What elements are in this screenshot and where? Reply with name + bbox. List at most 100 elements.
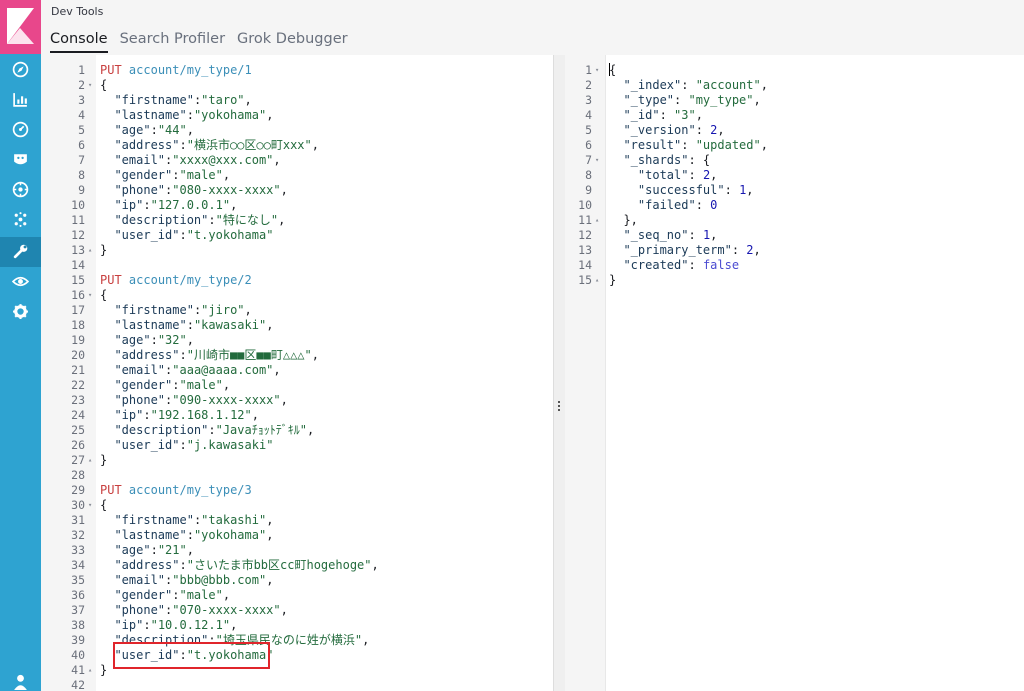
tab-console[interactable]: Console: [50, 31, 108, 53]
line-number: 6: [78, 138, 85, 152]
code-token: :: [143, 198, 151, 212]
fold-end-icon[interactable]: ▴: [595, 273, 599, 288]
management-icon[interactable]: [11, 302, 30, 321]
ml-icon[interactable]: [11, 210, 30, 229]
request-editor[interactable]: 1 PUT account/my_type/1 2 ▾{3 "firstname":"…: [41, 55, 553, 691]
discover-icon[interactable]: [11, 60, 30, 79]
line-number: 29: [71, 483, 85, 497]
devtools-icon[interactable]: [11, 242, 30, 261]
code-text: "_shards": {: [609, 153, 710, 168]
fold-collapse-icon[interactable]: ▾: [88, 288, 92, 303]
code-token: "phone": [114, 603, 166, 617]
code-text: }: [100, 243, 107, 258]
tab-grok-debugger[interactable]: Grok Debugger: [237, 31, 348, 53]
code-text: "address":"川崎市■■区■■町△△△",: [100, 348, 319, 363]
code-token: "ip": [114, 618, 144, 632]
line-number: 25: [71, 423, 85, 437]
dashboard-icon[interactable]: [11, 120, 30, 139]
monitoring-icon[interactable]: [11, 272, 30, 291]
fold-end-icon[interactable]: ▴: [88, 453, 92, 468]
code-text: "lastname":"yokohama",: [100, 108, 273, 123]
annotation-highlight-box: [113, 642, 270, 669]
code-text: "lastname":"yokohama",: [100, 528, 273, 543]
code-token: "川崎市■■区■■町△△△": [186, 348, 312, 362]
code-token: "t.yokohama": [186, 228, 274, 242]
code-text: }: [609, 273, 616, 288]
code-text: "failed": 0: [609, 198, 717, 213]
line-number: 34: [71, 558, 85, 572]
line-number: 7: [585, 153, 592, 167]
code-token: ,: [280, 603, 288, 617]
code-token: "21": [157, 543, 187, 557]
code-text: "lastname":"kawasaki",: [100, 318, 273, 333]
kibana-logo[interactable]: [0, 0, 41, 54]
code-token: "takashi": [201, 513, 267, 527]
canvas-icon[interactable]: [11, 150, 30, 169]
fold-collapse-icon[interactable]: ▾: [595, 153, 599, 168]
code-token: ,: [280, 393, 288, 407]
code-token: ,: [311, 138, 319, 152]
user-icon[interactable]: [11, 672, 30, 691]
line-number: 13: [71, 243, 85, 257]
code-token: account/my_type/1: [128, 63, 252, 77]
code-token: "email": [114, 363, 166, 377]
fold-collapse-icon[interactable]: ▾: [88, 78, 92, 93]
fold-collapse-icon[interactable]: ▾: [595, 63, 599, 78]
code-text: "user_id":"t.yokohama": [100, 228, 273, 243]
code-token: :: [179, 348, 187, 362]
code-text: "phone":"080-xxxx-xxxx",: [100, 183, 287, 198]
code-token: ,: [710, 168, 718, 182]
code-token: ,: [278, 213, 286, 227]
code-token: ,: [266, 108, 274, 122]
code-token: "_index": [623, 78, 682, 92]
code-text: "age":"44",: [100, 123, 194, 138]
code-text: "_seq_no": 1,: [609, 228, 717, 243]
code-token: ,: [230, 618, 238, 632]
code-token: {: [100, 288, 108, 302]
fold-end-icon[interactable]: ▴: [595, 213, 599, 228]
code-token: account/my_type/2: [128, 273, 252, 287]
fold-end-icon[interactable]: ▴: [88, 243, 92, 258]
line-number: 37: [71, 603, 85, 617]
fold-end-icon[interactable]: ▴: [88, 663, 92, 678]
line-number: 16: [71, 288, 85, 302]
code-token: ,: [186, 123, 194, 137]
tab-search-profiler[interactable]: Search Profiler: [120, 31, 225, 53]
code-token: ,: [362, 633, 370, 647]
line-number: 21: [71, 363, 85, 377]
code-token: :: [731, 243, 747, 257]
code-token: :: [688, 168, 703, 182]
code-token: }: [609, 273, 617, 287]
code-token: {: [100, 78, 108, 92]
response-viewer[interactable]: 1 ▾{2 "_index": "account", 3 "_type": "my_…: [565, 55, 1024, 691]
code-token: "090-xxxx-xxxx": [172, 393, 281, 407]
code-token: ,: [244, 93, 252, 107]
line-number: 10: [71, 198, 85, 212]
fold-collapse-icon[interactable]: ▾: [88, 498, 92, 513]
line-number: 3: [585, 93, 592, 107]
line-number: 8: [585, 168, 592, 182]
line-number: 13: [578, 243, 592, 257]
code-token: : {: [688, 153, 711, 167]
line-number: 18: [71, 318, 85, 332]
code-token: ,: [222, 378, 231, 392]
maps-icon[interactable]: [11, 180, 30, 199]
code-text: {: [100, 288, 107, 303]
code-token: :: [659, 108, 675, 122]
code-token: PUT: [100, 273, 122, 287]
line-number: 15: [578, 273, 592, 287]
code-token: "updated": [695, 138, 761, 152]
code-text: "phone":"070-xxxx-xxxx",: [100, 603, 288, 618]
visualize-icon[interactable]: [11, 90, 30, 109]
